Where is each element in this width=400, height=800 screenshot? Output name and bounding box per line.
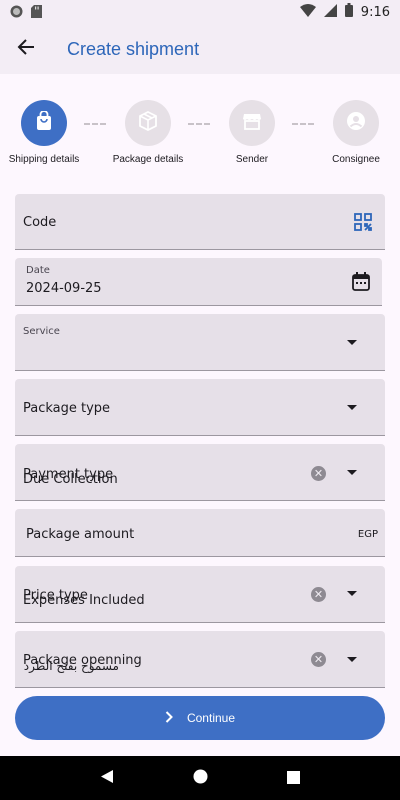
package-type-label: Package type	[23, 401, 111, 416]
clear-icon[interactable]: ✕	[311, 652, 326, 667]
price-type-value: Expenses Included	[23, 593, 145, 608]
recents-square-icon[interactable]	[287, 769, 301, 788]
date-value: 2024-09-25	[26, 281, 102, 296]
package-amount-label: Package amount	[26, 527, 135, 542]
status-time: 9:16	[360, 4, 390, 20]
calendar-icon[interactable]	[352, 272, 370, 295]
service-dropdown[interactable]: Service	[15, 314, 385, 371]
dropdown-arrow-icon[interactable]	[347, 657, 357, 662]
package-type-dropdown[interactable]: Package type	[15, 379, 385, 436]
dropdown-arrow-icon[interactable]	[347, 340, 357, 345]
code-field[interactable]: Code	[15, 194, 385, 250]
app-bar: Create shipment	[0, 24, 400, 74]
dropdown-arrow-icon[interactable]	[347, 591, 357, 596]
battery-icon	[344, 3, 353, 21]
wifi-icon	[299, 3, 316, 21]
arrow-back-icon	[17, 38, 35, 60]
price-type-dropdown[interactable]: Price type Expenses Included ✕	[15, 566, 385, 623]
payment-type-dropdown[interactable]: Payment type Due Collection ✕	[15, 444, 385, 501]
step-label: Sender	[235, 154, 269, 165]
currency-suffix: EGP	[357, 529, 378, 540]
payment-type-value: Due Collection	[23, 472, 118, 487]
qr-code-icon[interactable]	[353, 212, 373, 236]
step-label: Consignee	[332, 154, 380, 165]
dropdown-arrow-icon[interactable]	[347, 470, 357, 475]
step-circle	[21, 100, 67, 146]
store-icon	[242, 111, 262, 135]
stepper: Shipping details Package details Sender …	[0, 96, 400, 176]
shopping-bag-icon	[35, 110, 53, 135]
dropdown-arrow-icon[interactable]	[347, 405, 357, 410]
record-icon	[10, 3, 23, 22]
back-button[interactable]	[0, 24, 52, 74]
step-circle	[125, 100, 171, 146]
package-icon	[137, 110, 159, 136]
status-bar: 9:16	[0, 0, 400, 24]
clear-icon[interactable]: ✕	[311, 587, 326, 602]
date-label: Date	[26, 265, 50, 276]
continue-label: Continue	[186, 711, 236, 725]
step-package-details[interactable]: Package details	[103, 100, 193, 165]
package-amount-field[interactable]: Package amount EGP	[15, 509, 385, 557]
service-label: Service	[23, 326, 60, 337]
step-label: Shipping details	[8, 154, 80, 165]
step-circle	[333, 100, 379, 146]
step-circle	[229, 100, 275, 146]
continue-button[interactable]: Continue	[15, 696, 385, 740]
code-label: Code	[23, 215, 57, 230]
step-label: Package details	[112, 154, 184, 165]
sd-card-icon	[31, 3, 42, 22]
package-opening-value: مسموح بفتح الطرد	[23, 659, 119, 673]
back-triangle-icon[interactable]	[100, 769, 114, 788]
home-circle-icon[interactable]	[193, 769, 208, 788]
navigation-bar	[0, 756, 400, 800]
package-opening-dropdown[interactable]: Package openning مسموح بفتح الطرد ✕	[15, 631, 385, 688]
page-title: Create shipment	[67, 38, 200, 59]
chevron-right-icon	[165, 710, 173, 726]
step-consignee[interactable]: Consignee	[311, 100, 400, 165]
signal-icon	[323, 3, 337, 21]
step-sender[interactable]: Sender	[207, 100, 297, 165]
person-icon	[346, 111, 366, 135]
date-field[interactable]: Date 2024-09-25	[15, 258, 382, 306]
step-shipping-details[interactable]: Shipping details	[0, 100, 89, 165]
clear-icon[interactable]: ✕	[311, 466, 326, 481]
